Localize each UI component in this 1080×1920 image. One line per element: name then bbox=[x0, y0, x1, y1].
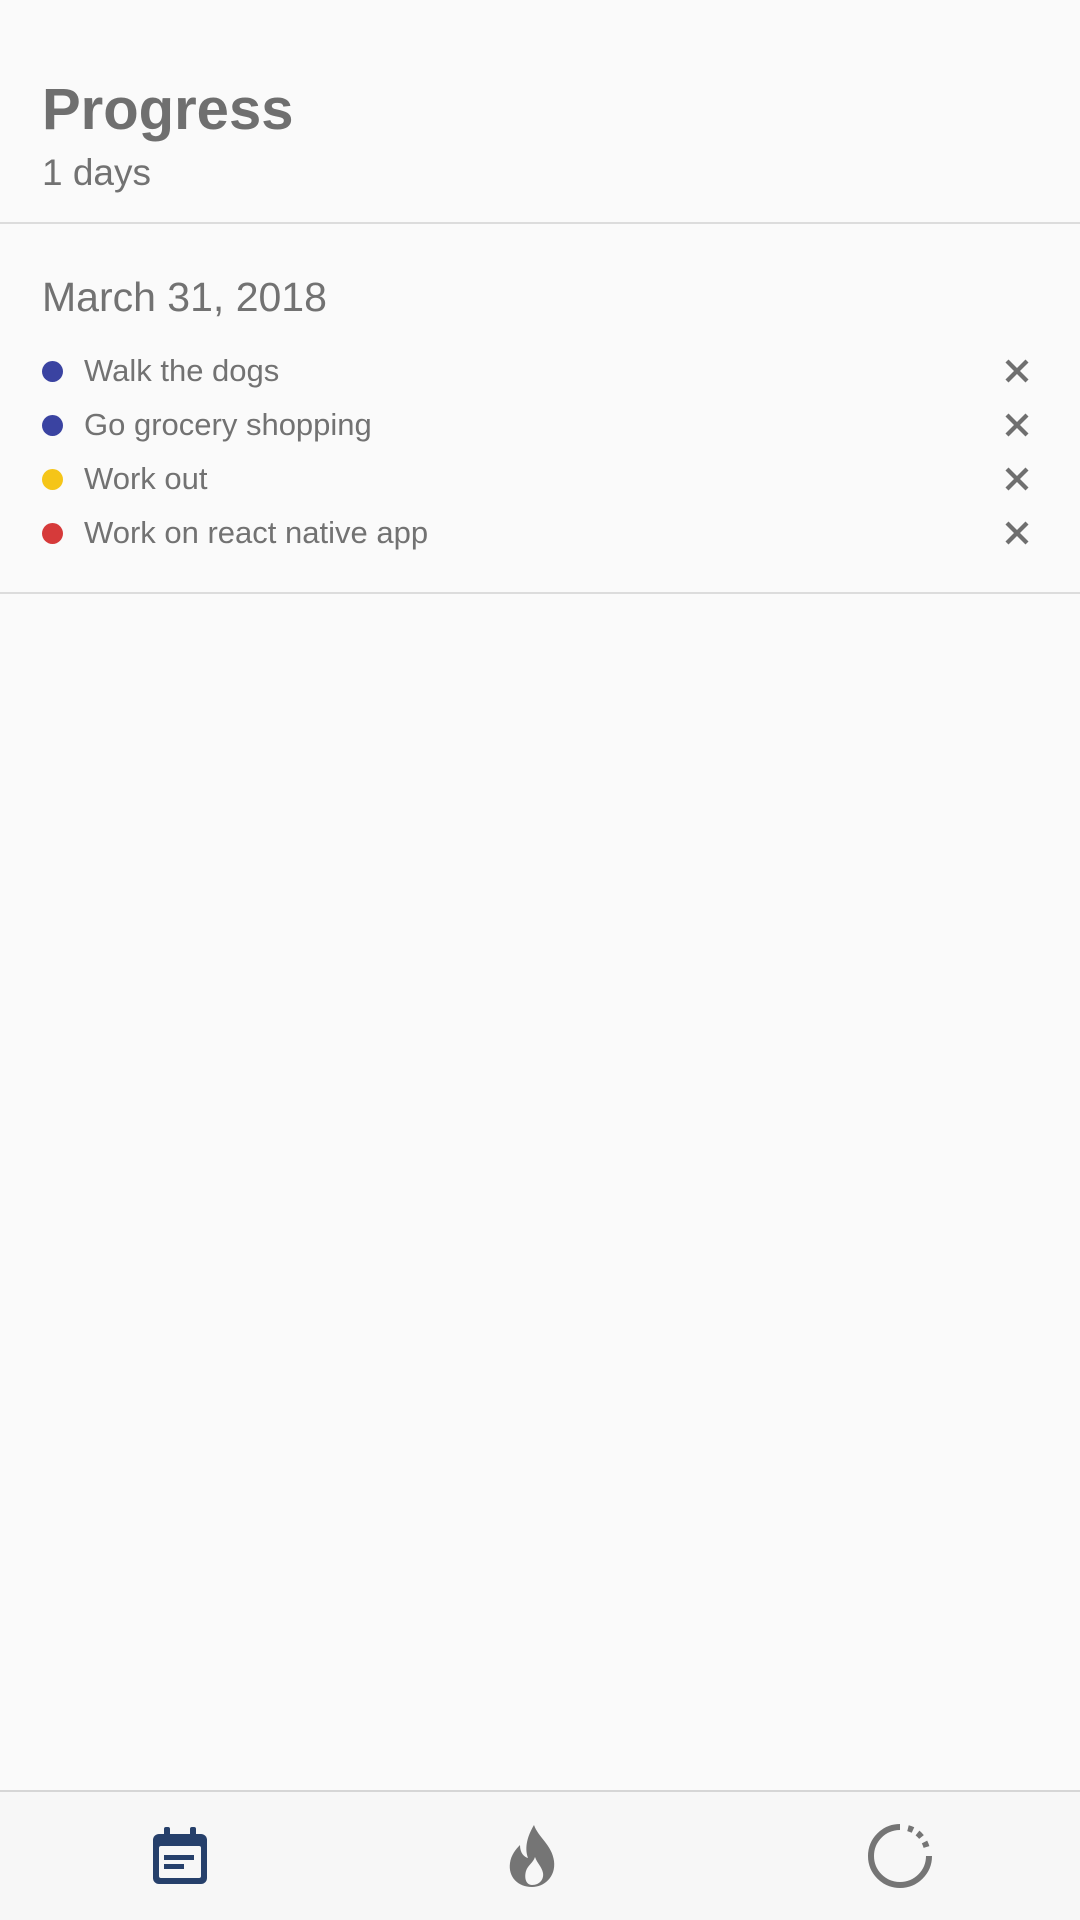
bottom-nav bbox=[0, 1790, 1080, 1920]
task-color-dot bbox=[42, 414, 63, 436]
remove-task-button[interactable] bbox=[1002, 356, 1032, 386]
task-color-dot bbox=[42, 360, 63, 382]
task-label: Go grocery shopping bbox=[84, 407, 372, 442]
task-item: Work on react native app bbox=[0, 506, 1080, 560]
day-date: March 31, 2018 bbox=[42, 274, 327, 320]
nav-streak-tab[interactable] bbox=[432, 1792, 632, 1920]
nav-calendar-tab[interactable] bbox=[80, 1792, 280, 1920]
task-label: Walk the dogs bbox=[84, 353, 280, 388]
task-item: Work out bbox=[0, 452, 1080, 506]
task-item: Go grocery shopping bbox=[0, 398, 1080, 452]
task-color-dot bbox=[42, 468, 63, 490]
header: Progress 1 days bbox=[0, 0, 1080, 224]
nav-progress-tab[interactable] bbox=[800, 1792, 1000, 1920]
task-list: Walk the dogs Go grocery shopping Work o… bbox=[0, 344, 1080, 560]
streak-count: 1 days bbox=[42, 152, 152, 193]
fire-icon bbox=[509, 1825, 555, 1887]
task-color-dot bbox=[42, 522, 63, 544]
remove-task-button[interactable] bbox=[1002, 518, 1032, 548]
task-label: Work on react native app bbox=[84, 515, 429, 550]
remove-task-button[interactable] bbox=[1002, 464, 1032, 494]
page-title: Progress bbox=[42, 77, 294, 142]
close-icon bbox=[1005, 413, 1029, 437]
day-section: March 31, 2018 Walk the dogs Go grocery … bbox=[0, 224, 1080, 594]
close-icon bbox=[1005, 521, 1029, 545]
close-icon bbox=[1005, 467, 1029, 491]
task-label: Work out bbox=[84, 461, 208, 496]
remove-task-button[interactable] bbox=[1002, 410, 1032, 440]
progress-circle-icon bbox=[868, 1824, 932, 1888]
app: Progress 1 days March 31, 2018 Walk the … bbox=[0, 0, 1080, 1920]
close-icon bbox=[1005, 359, 1029, 383]
task-item: Walk the dogs bbox=[0, 344, 1080, 398]
calendar-icon bbox=[153, 1827, 207, 1884]
